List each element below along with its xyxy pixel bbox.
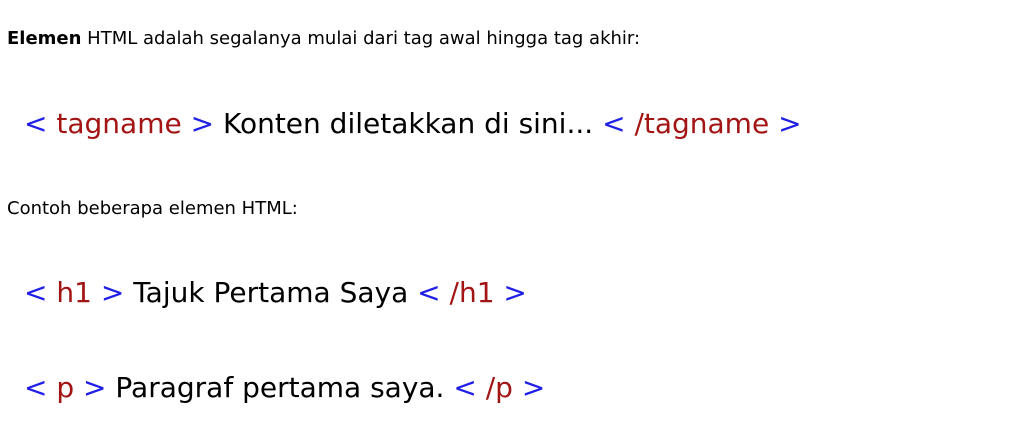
element-content: Paragraf pertama saya.	[106, 371, 454, 404]
intro-bold-term: Elemen	[7, 28, 82, 49]
close-bracket-gt: >	[512, 371, 546, 404]
open-bracket-gt: >	[74, 371, 107, 404]
open-bracket-lt: <	[24, 107, 57, 140]
intro-text: HTML adalah segalanya mulai dari tag awa…	[81, 28, 641, 49]
open-tag-name: p	[56, 371, 75, 404]
close-bracket-lt: <	[417, 276, 450, 309]
open-bracket-lt: <	[24, 371, 57, 404]
close-bracket-gt: >	[494, 276, 527, 309]
element-content: Tajuk Pertama Saya	[124, 276, 418, 309]
close-bracket-lt: <	[453, 371, 486, 404]
syntax-example-line: < tagname > Konten diletakkan di sini...…	[24, 106, 802, 142]
close-bracket-gt: >	[769, 107, 802, 140]
close-tag-name: /tagname	[634, 107, 770, 140]
document-page: Elemen HTML adalah segalanya mulai dari …	[0, 0, 1024, 448]
open-bracket-lt: <	[24, 276, 57, 309]
open-tag-name: h1	[56, 276, 92, 309]
open-bracket-gt: >	[91, 276, 125, 309]
example-line-h1: < h1 > Tajuk Pertama Saya < /h1 >	[24, 275, 527, 311]
close-bracket-lt: <	[602, 107, 635, 140]
open-tag-name: tagname	[56, 107, 182, 140]
intro-paragraph: Elemen HTML adalah segalanya mulai dari …	[7, 26, 640, 52]
close-tag-name: /h1	[449, 276, 495, 309]
example-line-p: < p > Paragraf pertama saya. < /p >	[24, 370, 545, 406]
examples-heading: Contoh beberapa elemen HTML:	[7, 198, 298, 219]
close-tag-name: /p	[485, 371, 513, 404]
open-bracket-gt: >	[181, 107, 215, 140]
element-content: Konten diletakkan di sini...	[214, 107, 603, 140]
